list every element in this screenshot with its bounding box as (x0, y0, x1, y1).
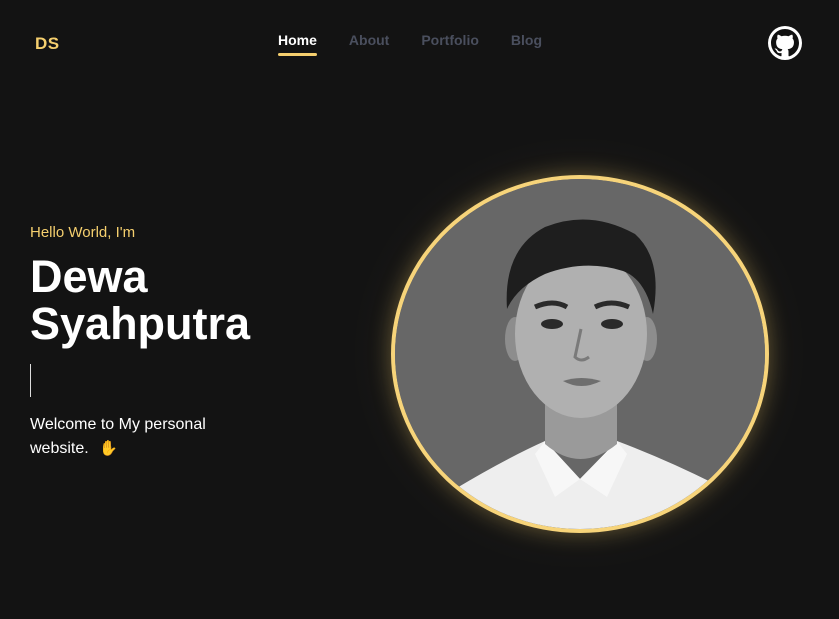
site-logo[interactable]: DS (35, 34, 60, 54)
main-nav: Home About Portfolio Blog (278, 32, 542, 56)
nav-blog[interactable]: Blog (511, 32, 542, 48)
nav-about[interactable]: About (349, 32, 389, 48)
waving-hand-icon: ✋ (99, 440, 118, 457)
github-icon (771, 29, 799, 57)
page: DS Home About Portfolio Blog Hello World… (0, 0, 839, 619)
hero-welcome: Welcome to My personal website. ✋ (30, 413, 260, 461)
hero-name: Dewa Syahputra (30, 253, 250, 347)
nav-portfolio[interactable]: Portfolio (421, 32, 479, 48)
nav-home[interactable]: Home (278, 32, 317, 56)
github-link[interactable] (768, 26, 802, 60)
typing-cursor (30, 364, 31, 397)
profile-photo (391, 175, 769, 533)
hero-name-line2: Syahputra (30, 298, 251, 349)
hero-greeting: Hello World, I'm (30, 224, 136, 241)
hero-name-line1: Dewa (30, 251, 148, 302)
